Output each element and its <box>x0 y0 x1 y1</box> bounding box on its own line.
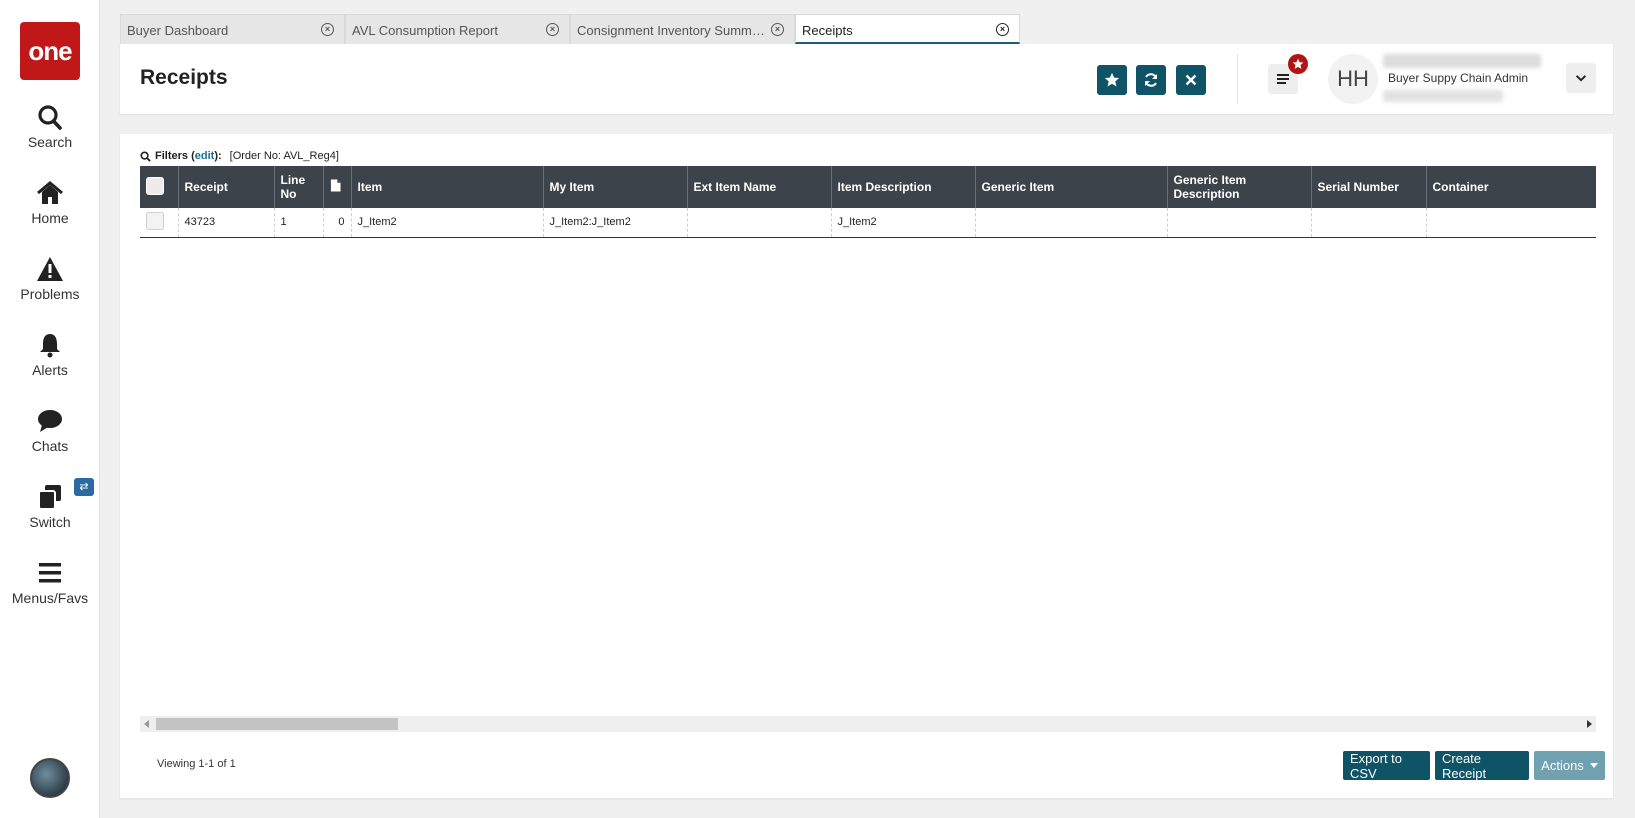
search-icon <box>0 104 100 130</box>
app-logo[interactable]: one <box>20 22 80 80</box>
my-item-cell: J_Item2:J_Item2 <box>543 208 688 238</box>
home-icon <box>0 180 100 206</box>
tab-label: Buyer Dashboard <box>127 23 229 38</box>
sidebar-item-switch[interactable]: ⇄ Switch <box>0 478 100 530</box>
page-title: Receipts <box>140 66 228 89</box>
search-icon <box>140 150 151 162</box>
attachments-link[interactable]: 0 <box>323 208 352 238</box>
close-icon <box>1185 74 1197 86</box>
caret-down-icon <box>1589 763 1598 768</box>
sidebar-item-problems[interactable]: Problems <box>0 256 100 302</box>
page-header: Receipts HH Buyer Suppy Chain Admin <box>120 44 1613 114</box>
sidebar-item-alerts[interactable]: Alerts <box>0 332 100 378</box>
scroll-right-icon[interactable] <box>1587 720 1592 728</box>
column-header[interactable]: Ext Item Name <box>687 166 832 208</box>
column-header[interactable]: Container <box>1426 166 1596 208</box>
tab-bar: Buyer Dashboard × AVL Consumption Report… <box>120 14 1020 44</box>
user-name-redacted <box>1383 54 1541 68</box>
sidebar-item-label: Home <box>31 210 69 226</box>
warning-icon <box>0 256 100 282</box>
container-cell <box>1426 208 1596 238</box>
receipt-link[interactable]: 43723 <box>178 208 275 238</box>
column-header-attachments[interactable] <box>323 166 352 208</box>
sidebar-item-home[interactable]: Home <box>0 180 100 226</box>
tab-buyer-dashboard[interactable]: Buyer Dashboard × <box>120 14 345 44</box>
column-header[interactable]: Serial Number <box>1311 166 1427 208</box>
sidebar-item-label: Search <box>27 134 73 150</box>
tab-label: Consignment Inventory Summar... <box>577 23 767 38</box>
receipts-table: Receipt Line No Item My Item Ext Item Na… <box>140 166 1596 238</box>
create-receipt-button[interactable]: Create Receipt <box>1435 751 1529 781</box>
sidebar-item-search[interactable]: Search <box>0 104 100 150</box>
item-description-cell: J_Item2 <box>831 208 976 238</box>
tab-label: AVL Consumption Report <box>352 23 498 38</box>
filters-edit-link[interactable]: edit <box>195 150 215 162</box>
favorites-badge-icon <box>1288 54 1308 74</box>
generic-item-cell <box>975 208 1168 238</box>
sidebar-item-chats[interactable]: Chats <box>0 408 100 454</box>
close-page-button[interactable] <box>1176 65 1206 95</box>
scroll-left-icon[interactable] <box>144 720 149 728</box>
menu-icon <box>0 560 100 586</box>
column-header[interactable]: Generic Item <box>975 166 1168 208</box>
switch-badge-icon: ⇄ <box>74 478 94 496</box>
sidebar-item-label: Chats <box>31 438 69 454</box>
pagination-status: Viewing 1-1 of 1 <box>157 758 236 770</box>
star-icon <box>1104 72 1120 87</box>
document-icon <box>330 179 341 192</box>
table-row: 43723 1 0 J_Item2 J_Item2:J_Item2 J_Item… <box>140 208 1596 238</box>
tab-avl-consumption-report[interactable]: AVL Consumption Report × <box>345 14 570 44</box>
avatar[interactable]: HH <box>1328 54 1378 104</box>
left-sidebar: one Search Home Problems Alerts Chats ⇄ … <box>0 0 100 818</box>
horizontal-scrollbar[interactable] <box>140 716 1596 732</box>
row-checkbox[interactable] <box>140 208 179 238</box>
column-header[interactable]: My Item <box>543 166 688 208</box>
sidebar-item-menus-favs[interactable]: Menus/Favs <box>0 560 100 606</box>
column-header[interactable]: Item <box>351 166 544 208</box>
sidebar-item-label: Problems <box>20 286 80 302</box>
receipts-panel: Filters (edit): [Order No: AVL_Reg4] Rec… <box>120 134 1613 798</box>
generic-item-description-cell <box>1167 208 1312 238</box>
table-header-row: Receipt Line No Item My Item Ext Item Na… <box>140 166 1596 208</box>
tab-label: Receipts <box>802 23 853 38</box>
header-divider <box>1237 54 1238 104</box>
filters-label: Filters (edit): <box>155 150 222 162</box>
tab-receipts[interactable]: Receipts × <box>795 14 1020 44</box>
user-org-redacted <box>1383 90 1503 102</box>
column-header[interactable]: Item Description <box>831 166 976 208</box>
actions-label: Actions <box>1541 758 1584 773</box>
close-tab-icon[interactable]: × <box>321 23 334 36</box>
column-header[interactable]: Line No <box>274 166 324 208</box>
close-tab-icon[interactable]: × <box>546 23 559 36</box>
user-role: Buyer Suppy Chain Admin <box>1388 71 1529 85</box>
close-tab-icon[interactable]: × <box>996 23 1009 36</box>
favorite-button[interactable] <box>1097 65 1127 95</box>
item-link[interactable]: J_Item2 <box>351 208 544 238</box>
refresh-button[interactable] <box>1136 65 1166 95</box>
tab-consignment-inventory-summary[interactable]: Consignment Inventory Summar... × <box>570 14 795 44</box>
select-all-checkbox[interactable] <box>140 166 179 208</box>
assistant-avatar-icon[interactable] <box>30 758 70 798</box>
filters-bar: Filters (edit): [Order No: AVL_Reg4] <box>140 150 339 162</box>
refresh-icon <box>1145 73 1157 87</box>
column-header[interactable]: Receipt <box>178 166 275 208</box>
filter-value: [Order No: AVL_Reg4] <box>229 150 339 162</box>
user-dropdown-button[interactable] <box>1566 63 1596 93</box>
sidebar-item-label: Menus/Favs <box>11 590 89 606</box>
list-icon <box>1277 74 1289 84</box>
sidebar-item-label: Switch <box>29 514 71 530</box>
close-tab-icon[interactable]: × <box>771 23 784 36</box>
bell-icon <box>0 332 100 358</box>
export-csv-button[interactable]: Export to CSV <box>1343 751 1430 781</box>
column-header[interactable]: Generic Item Description <box>1167 166 1312 208</box>
sidebar-item-label: Alerts <box>32 362 68 378</box>
scrollbar-thumb[interactable] <box>156 718 398 730</box>
line-no-cell: 1 <box>274 208 324 238</box>
ext-item-name-cell <box>687 208 832 238</box>
serial-number-cell <box>1311 208 1427 238</box>
chevron-down-icon <box>1575 75 1587 82</box>
actions-button[interactable]: Actions <box>1534 751 1605 780</box>
chat-icon <box>0 408 100 434</box>
